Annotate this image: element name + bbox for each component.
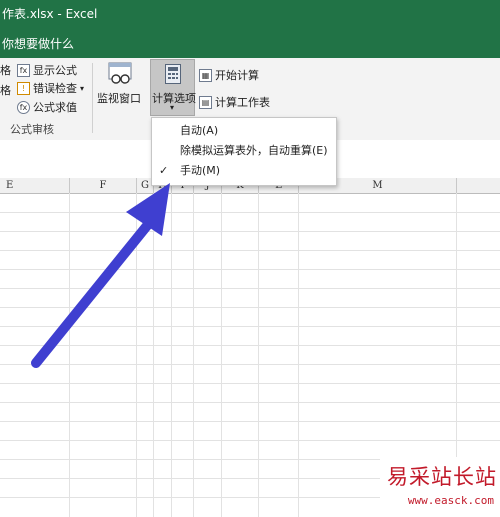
annotation-arrow <box>31 183 170 368</box>
annotation-arrow-shaft <box>31 217 155 368</box>
watermark: 易采站长站 www.easck.com <box>380 457 500 517</box>
watermark-url: www.easck.com <box>407 494 494 507</box>
watermark-text: 易采站长站 <box>387 465 497 489</box>
